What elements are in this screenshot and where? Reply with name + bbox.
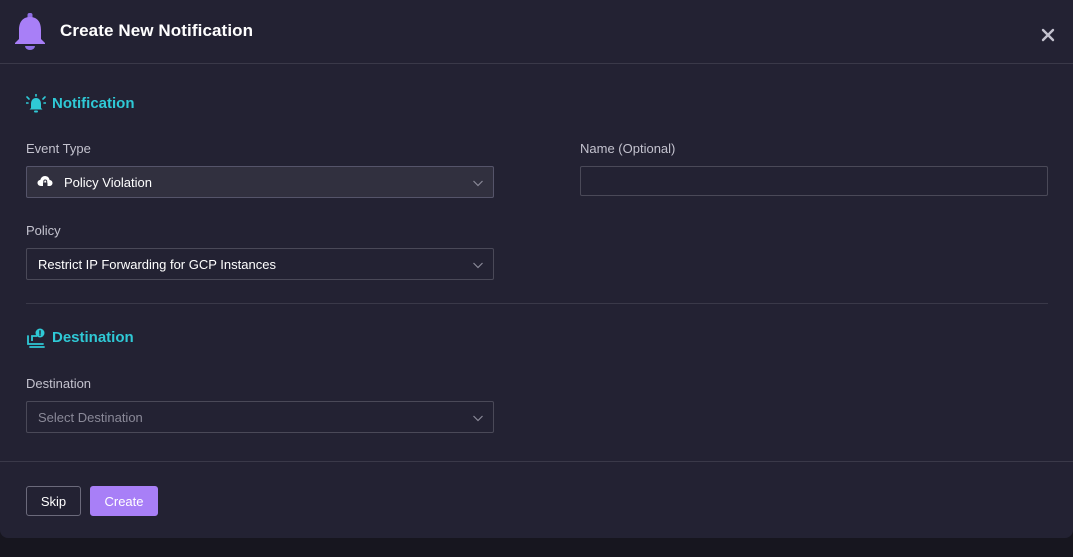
policy-value: Restrict IP Forwarding for GCP Instances xyxy=(38,257,276,272)
event-type-label: Event Type xyxy=(26,141,91,156)
close-icon[interactable] xyxy=(1040,27,1056,43)
destination-select[interactable]: Select Destination xyxy=(26,401,494,433)
event-type-value: Policy Violation xyxy=(64,175,152,190)
name-label: Name (Optional) xyxy=(580,141,676,156)
destination-section-title: Destination xyxy=(52,329,134,346)
destination-placeholder: Select Destination xyxy=(38,410,143,425)
alarm-bell-icon xyxy=(26,94,46,113)
name-input[interactable] xyxy=(580,166,1048,196)
notification-section-title: Notification xyxy=(52,95,135,112)
skip-button[interactable]: Skip xyxy=(26,486,81,516)
create-notification-modal: Create New Notification Notification Eve… xyxy=(0,0,1073,538)
event-type-select[interactable]: Policy Violation xyxy=(26,166,494,198)
chevron-down-icon xyxy=(473,262,483,269)
create-button[interactable]: Create xyxy=(90,486,158,516)
section-divider xyxy=(26,303,1048,304)
policy-label: Policy xyxy=(26,223,61,238)
policy-select[interactable]: Restrict IP Forwarding for GCP Instances xyxy=(26,248,494,280)
modal-header: Create New Notification xyxy=(0,0,1073,64)
chevron-down-icon xyxy=(473,180,483,187)
modal-title: Create New Notification xyxy=(60,21,254,40)
cloud-lock-icon xyxy=(37,176,53,187)
chevron-down-icon xyxy=(473,415,483,422)
destination-icon xyxy=(27,328,45,348)
bell-icon xyxy=(15,13,45,50)
footer-divider xyxy=(0,461,1073,462)
destination-label: Destination xyxy=(26,376,92,391)
